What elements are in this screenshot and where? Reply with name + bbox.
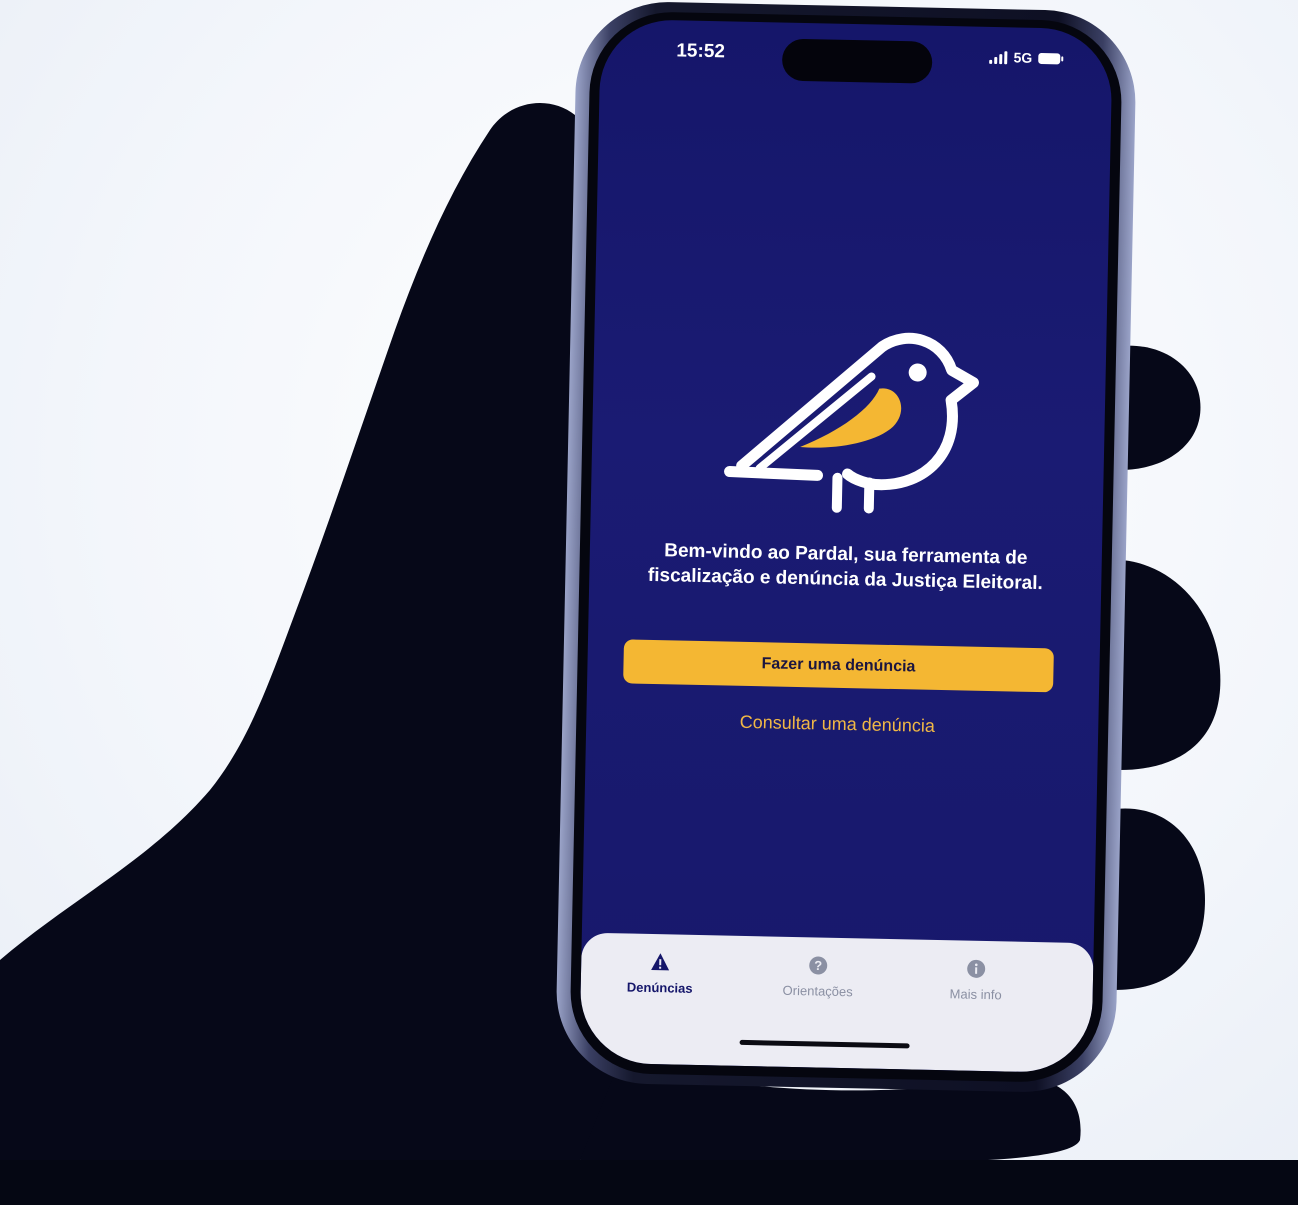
check-report-link[interactable]: Consultar uma denúncia xyxy=(622,709,1052,739)
tab-orientacoes[interactable]: ? Orientações xyxy=(753,954,884,1000)
info-icon xyxy=(967,959,986,978)
home-indicator[interactable] xyxy=(739,1039,910,1049)
help-icon: ? xyxy=(809,956,828,975)
battery-icon xyxy=(1038,52,1061,64)
sparrow-logo-icon xyxy=(724,332,979,514)
welcome-message: Bem-vindo ao Pardal, sua ferramenta de f… xyxy=(647,540,1043,595)
tab-mais-info[interactable]: Mais info xyxy=(911,957,1042,1003)
signal-icon xyxy=(989,50,1008,64)
status-indicators: 5G xyxy=(989,49,1061,66)
status-time: 15:52 xyxy=(676,40,726,63)
smartphone: 15:52 5G Bem-vindo ao Pardal, sua ferram… xyxy=(554,0,1138,1094)
network-label: 5G xyxy=(1013,49,1033,66)
tab-label: Denúncias xyxy=(626,979,693,996)
app-screen: 15:52 5G Bem-vindo ao Pardal, sua ferram… xyxy=(579,18,1113,1074)
tab-label: Orientações xyxy=(782,982,853,1000)
dark-desk-strip xyxy=(0,1160,1298,1205)
tab-denuncias[interactable]: Denúncias xyxy=(595,951,726,997)
dynamic-island xyxy=(781,38,933,84)
bottom-tab-bar: Denúncias ? Orientações Mais info xyxy=(579,932,1094,1074)
warning-icon xyxy=(651,953,670,971)
make-report-button[interactable]: Fazer uma denúncia xyxy=(623,639,1054,693)
photo-scene: 15:52 5G Bem-vindo ao Pardal, sua ferram… xyxy=(0,0,1298,1205)
svg-text:?: ? xyxy=(814,958,822,973)
tab-label: Mais info xyxy=(949,986,1002,1003)
